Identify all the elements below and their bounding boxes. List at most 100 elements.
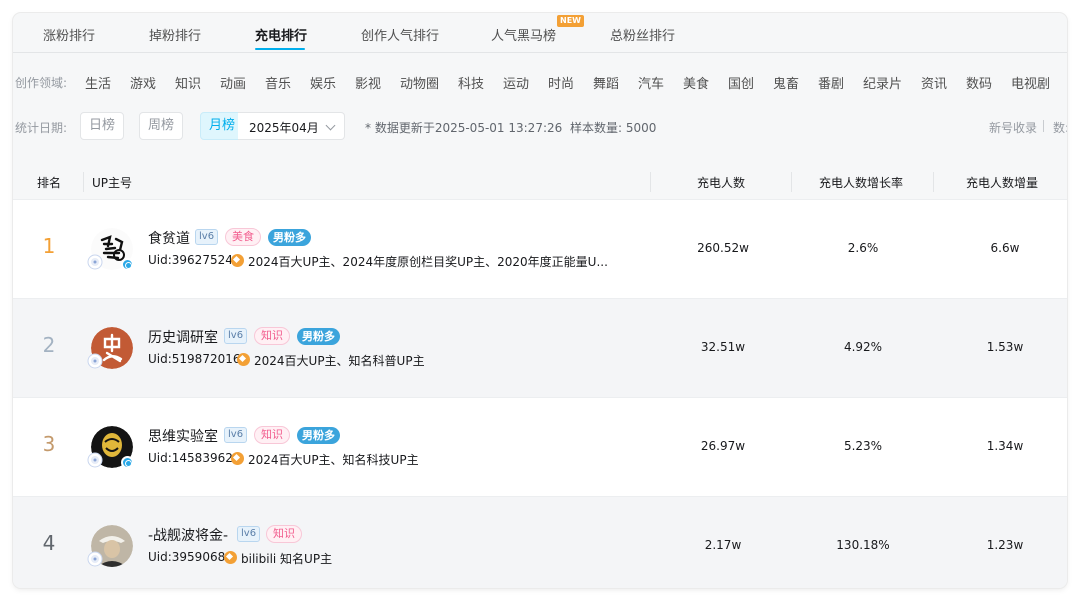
category-item[interactable]: 番剧 — [818, 73, 844, 92]
up-name[interactable]: -战舰波将金- — [148, 525, 228, 545]
award-icon — [231, 254, 244, 267]
growth-rate: 2.6% — [847, 241, 879, 255]
growth-rate: 5.23% — [843, 439, 883, 453]
category-tag: 知识 — [254, 426, 290, 444]
table-header: 排名 UP主号 充电人数 充电人数增长率 充电人数增量 — [13, 165, 1067, 199]
sample-count: 样本数量: 5000 — [570, 121, 657, 135]
awards-text: 2024百大UP主、知名科普UP主 — [254, 354, 425, 368]
table-row[interactable]: 2 历史调研室 lv6 知识 男粉多 Uid:519872016 2024百大U… — [13, 298, 1067, 397]
divider — [1043, 120, 1044, 132]
level-badge: lv6 — [195, 229, 219, 245]
category-item[interactable]: 影视 — [355, 73, 381, 92]
fan-badge-icon — [87, 254, 103, 270]
uid-text: Uid:14583962 — [148, 451, 233, 465]
table-row[interactable]: 3 思维实验室 lv6 知识 男粉多 Uid:14583962 2024百大UP… — [13, 397, 1067, 496]
daily-button[interactable]: 日榜 — [80, 112, 125, 140]
header-increase[interactable]: 充电人数增量 — [966, 174, 1038, 191]
divider — [83, 172, 84, 192]
new-account-toggle[interactable]: 新号收录 — [989, 119, 1037, 136]
rank-number: 2 — [42, 333, 56, 357]
new-badge: NEW — [557, 15, 584, 27]
category-item[interactable]: 音乐 — [265, 73, 291, 92]
avatar[interactable] — [87, 228, 135, 272]
tab-fans-loss[interactable]: 掉粉排行 — [149, 25, 201, 44]
avatar[interactable] — [87, 525, 135, 569]
table-row[interactable]: 4 -战舰波将金- lv6 知识 Uid:3959068 bilibili 知名… — [13, 496, 1067, 588]
count-toggle[interactable]: 数: — [1053, 119, 1067, 136]
avatar[interactable] — [87, 327, 135, 371]
month-value: 2025年04月 — [249, 121, 319, 135]
header-rank: 排名 — [37, 176, 62, 190]
header-charge[interactable]: 充电人数 — [697, 174, 745, 191]
category-item[interactable]: 时尚 — [548, 73, 574, 92]
uid-text: Uid:39627524 — [148, 253, 233, 267]
category-item[interactable]: 娱乐 — [310, 73, 336, 92]
divider — [650, 172, 651, 192]
tab-dark-horse[interactable]: 人气黑马榜 — [491, 25, 556, 44]
level-badge: lv6 — [237, 526, 261, 542]
growth-rate: 130.18% — [836, 538, 890, 552]
ranking-tabs: 涨粉排行 掉粉排行 充电排行 创作人气排行 人气黑马榜 NEW 总粉丝排行 — [13, 13, 1067, 53]
charge-count: 2.17w — [704, 538, 742, 552]
category-item[interactable]: 资讯 — [921, 73, 947, 92]
tab-total-fans[interactable]: 总粉丝排行 — [610, 25, 675, 44]
category-item[interactable]: 科技 — [458, 73, 484, 92]
category-item[interactable]: 运动 — [503, 73, 529, 92]
avatar[interactable] — [87, 426, 135, 470]
chevron-down-icon — [325, 120, 336, 131]
gender-tag: 男粉多 — [297, 328, 340, 345]
date-label: 统计日期: — [15, 121, 68, 135]
tab-creator-popularity[interactable]: 创作人气排行 — [361, 25, 439, 44]
month-select[interactable]: 2025年04月 — [238, 112, 345, 140]
verified-icon — [121, 456, 134, 469]
category-label: 创作领域: — [15, 76, 68, 90]
award-icon — [231, 452, 244, 465]
category-item[interactable]: 动物圈 — [400, 73, 439, 92]
award-icon — [237, 353, 250, 366]
header-growth-rate[interactable]: 充电人数增长率 — [819, 174, 903, 191]
up-name[interactable]: 思维实验室 — [148, 426, 218, 446]
fan-badge-icon — [87, 353, 103, 369]
category-item[interactable]: 生活 — [85, 73, 111, 92]
date-filter: 统计日期: 日榜 周榜 月榜 2025年04月 * 数据更新于2025-05-0… — [13, 111, 1067, 141]
category-tag: 美食 — [225, 228, 261, 246]
divider — [933, 172, 934, 192]
divider — [791, 172, 792, 192]
category-item[interactable]: 游戏 — [130, 73, 156, 92]
category-item[interactable]: 汽车 — [638, 73, 664, 92]
increase-count: 6.6w — [990, 241, 1020, 255]
category-tag: 知识 — [266, 525, 302, 543]
rank-number: 1 — [42, 234, 56, 258]
weekly-button[interactable]: 周榜 — [139, 112, 184, 140]
up-name[interactable]: 历史调研室 — [148, 327, 218, 347]
active-tab-indicator — [255, 48, 305, 50]
level-badge: lv6 — [224, 427, 248, 443]
charge-count: 26.97w — [700, 439, 746, 453]
tab-fans-gain[interactable]: 涨粉排行 — [43, 25, 95, 44]
fan-badge-icon — [87, 452, 103, 468]
category-item[interactable]: 数码 — [966, 73, 992, 92]
charge-count: 32.51w — [700, 340, 746, 354]
increase-count: 1.53w — [986, 340, 1024, 354]
category-item[interactable]: 纪录片 — [863, 73, 902, 92]
category-item[interactable]: 动画 — [220, 73, 246, 92]
rank-number: 3 — [42, 432, 56, 456]
category-item[interactable]: 知识 — [175, 73, 201, 92]
update-info: * 数据更新于2025-05-01 13:27:26 — [365, 121, 563, 135]
tab-charge[interactable]: 充电排行 — [255, 25, 307, 44]
increase-count: 1.34w — [986, 439, 1024, 453]
up-name[interactable]: 食贫道 — [148, 228, 190, 248]
awards-text: 2024百大UP主、知名科技UP主 — [248, 453, 419, 467]
uid-text: Uid:3959068 — [148, 550, 226, 564]
table-row[interactable]: 1 食贫道 lv6 美食 男粉多 Uid:39627524 2024百大UP主、… — [13, 199, 1067, 298]
level-badge: lv6 — [224, 328, 248, 344]
category-filter: 创作领域: 生活 游戏 知识 动画 音乐 娱乐 影视 动物圈 科技 运动 时尚 … — [13, 73, 1067, 93]
header-up: UP主号 — [92, 176, 133, 190]
category-item[interactable]: 鬼畜 — [773, 73, 799, 92]
fan-badge-icon — [87, 551, 103, 567]
category-item[interactable]: 舞蹈 — [593, 73, 619, 92]
category-item[interactable]: 美食 — [683, 73, 709, 92]
category-item[interactable]: 国创 — [728, 73, 754, 92]
category-item[interactable]: 电视剧 — [1011, 73, 1050, 92]
awards-text: bilibili 知名UP主 — [241, 552, 333, 566]
